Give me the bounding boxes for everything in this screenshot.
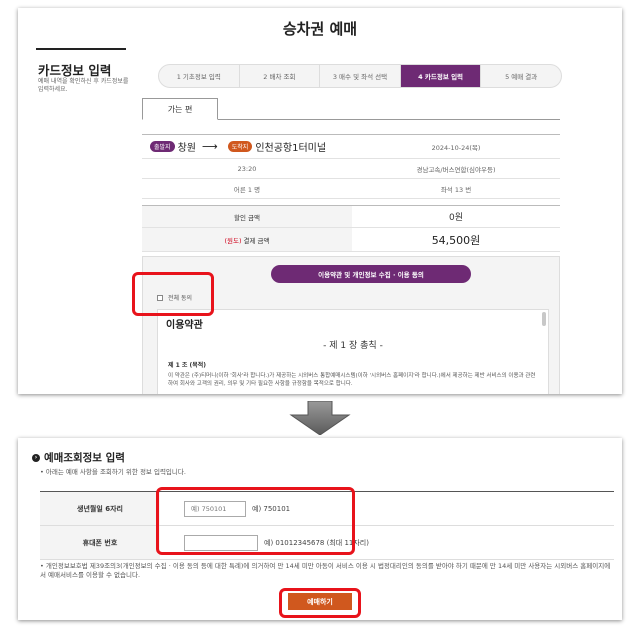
bus-company: 경남고속/버스연합(심야우등)	[416, 165, 496, 174]
payment-value: 54,500원	[431, 233, 481, 247]
page-title: 승차권 예매	[282, 20, 358, 38]
step-5: 5 예매 결과	[505, 73, 538, 81]
seat-number: 좌석 13 번	[440, 185, 472, 194]
title-rule	[36, 48, 126, 50]
route-arrow-icon: ⟶	[201, 140, 218, 153]
departure-time: 23:20	[237, 164, 257, 173]
terms-scrollbar[interactable]	[542, 312, 546, 326]
passenger-count: 어른 1 명	[233, 185, 261, 194]
bottom-screenshot-panel: › 예매조회정보 입력 • 아래는 예매 사항을 조회하기 위한 정보 입력입니…	[18, 438, 622, 620]
payment-label: 결제 금액	[243, 236, 270, 245]
discount-value: 0원	[448, 213, 463, 223]
terms-body: 이 약관은 (주)티머니(이하 '회사'라 합니다.)가 제공하는 시외버스 통…	[168, 373, 536, 387]
reservation-info-subtitle: • 아래는 예매 사항을 조회하기 위한 정보 입력입니다.	[40, 468, 186, 476]
birth-label: 생년월일 6자리	[40, 492, 160, 525]
arrival-badge: 도착지	[227, 141, 253, 152]
step-2: 2 배차 조회	[240, 65, 321, 87]
departure-date: 2024-10-24(목)	[431, 143, 481, 152]
departure-badge: 출발지	[150, 141, 175, 152]
refund-tag: (원도)	[224, 236, 242, 245]
terms-scroll-box[interactable]: 이용약관 - 제 1 장 총칙 - 제 1 조 (목적) 이 약관은 (주)티머…	[157, 309, 549, 394]
terms-consent-button[interactable]: 이용약관 및 개인정보 수집 · 이용 동의	[271, 265, 471, 283]
discount-label: 할인 금액	[142, 206, 352, 227]
payment-row: (원도) 결제 금액 54,500원	[142, 228, 560, 252]
top-screenshot-panel: 승차권 예매 카드정보 입력 예매 내역을 확인하신 후 카드정보를 입력하세요…	[18, 8, 622, 394]
highlight-agree-all	[132, 272, 214, 316]
route-row-stations: 출발지 창원 ⟶ 도착지 인천공항1터미널 2024-10-24(목)	[142, 135, 560, 159]
highlight-reserve-button	[279, 588, 361, 618]
step-progress: 1 기초정보 입력 2 배차 조회 3 매수 및 좌석 선택 4 카드정보 입력…	[158, 64, 562, 88]
phone-label: 휴대폰 번호	[40, 526, 160, 559]
terms-title: 이용약관	[166, 320, 203, 331]
arrival-station: 인천공항1터미널	[255, 143, 327, 154]
reservation-info-title: › 예매조회정보 입력	[32, 450, 125, 465]
reservation-info-title-text: 예매조회정보 입력	[44, 452, 125, 464]
down-arrow-icon	[289, 401, 351, 435]
route-summary: 출발지 창원 ⟶ 도착지 인천공항1터미널 2024-10-24(목) 23:2…	[142, 134, 560, 202]
step-4-active: 4 카드정보 입력	[400, 65, 482, 87]
section-title: 카드정보 입력	[38, 63, 112, 78]
fare-summary: 할인 금액 0원 (원도) 결제 금액 54,500원	[142, 205, 560, 252]
terms-chapter: - 제 1 장 총칙 -	[323, 341, 383, 351]
step-3: 3 매수 및 좌석 선택	[320, 65, 401, 87]
tab-outbound[interactable]: 가는 편	[142, 98, 218, 120]
section-description: 예매 내역을 확인하신 후 카드정보를 입력하세요.	[38, 78, 129, 93]
discount-row: 할인 금액 0원	[142, 206, 560, 228]
bullet-icon: ›	[32, 453, 40, 462]
route-row-time: 23:20 경남고속/버스연합(심야우등)	[142, 159, 560, 179]
route-row-seat: 어른 1 명 좌석 13 번	[142, 179, 560, 199]
terms-article: 제 1 조 (목적)	[168, 362, 207, 369]
step-1: 1 기초정보 입력	[159, 65, 240, 87]
highlight-form-inputs	[156, 487, 355, 555]
privacy-note: • 개인정보보호법 제39조의3(개인정보의 수집 · 이용 동의 등에 대한 …	[40, 562, 611, 579]
departure-station: 창원	[177, 143, 196, 154]
